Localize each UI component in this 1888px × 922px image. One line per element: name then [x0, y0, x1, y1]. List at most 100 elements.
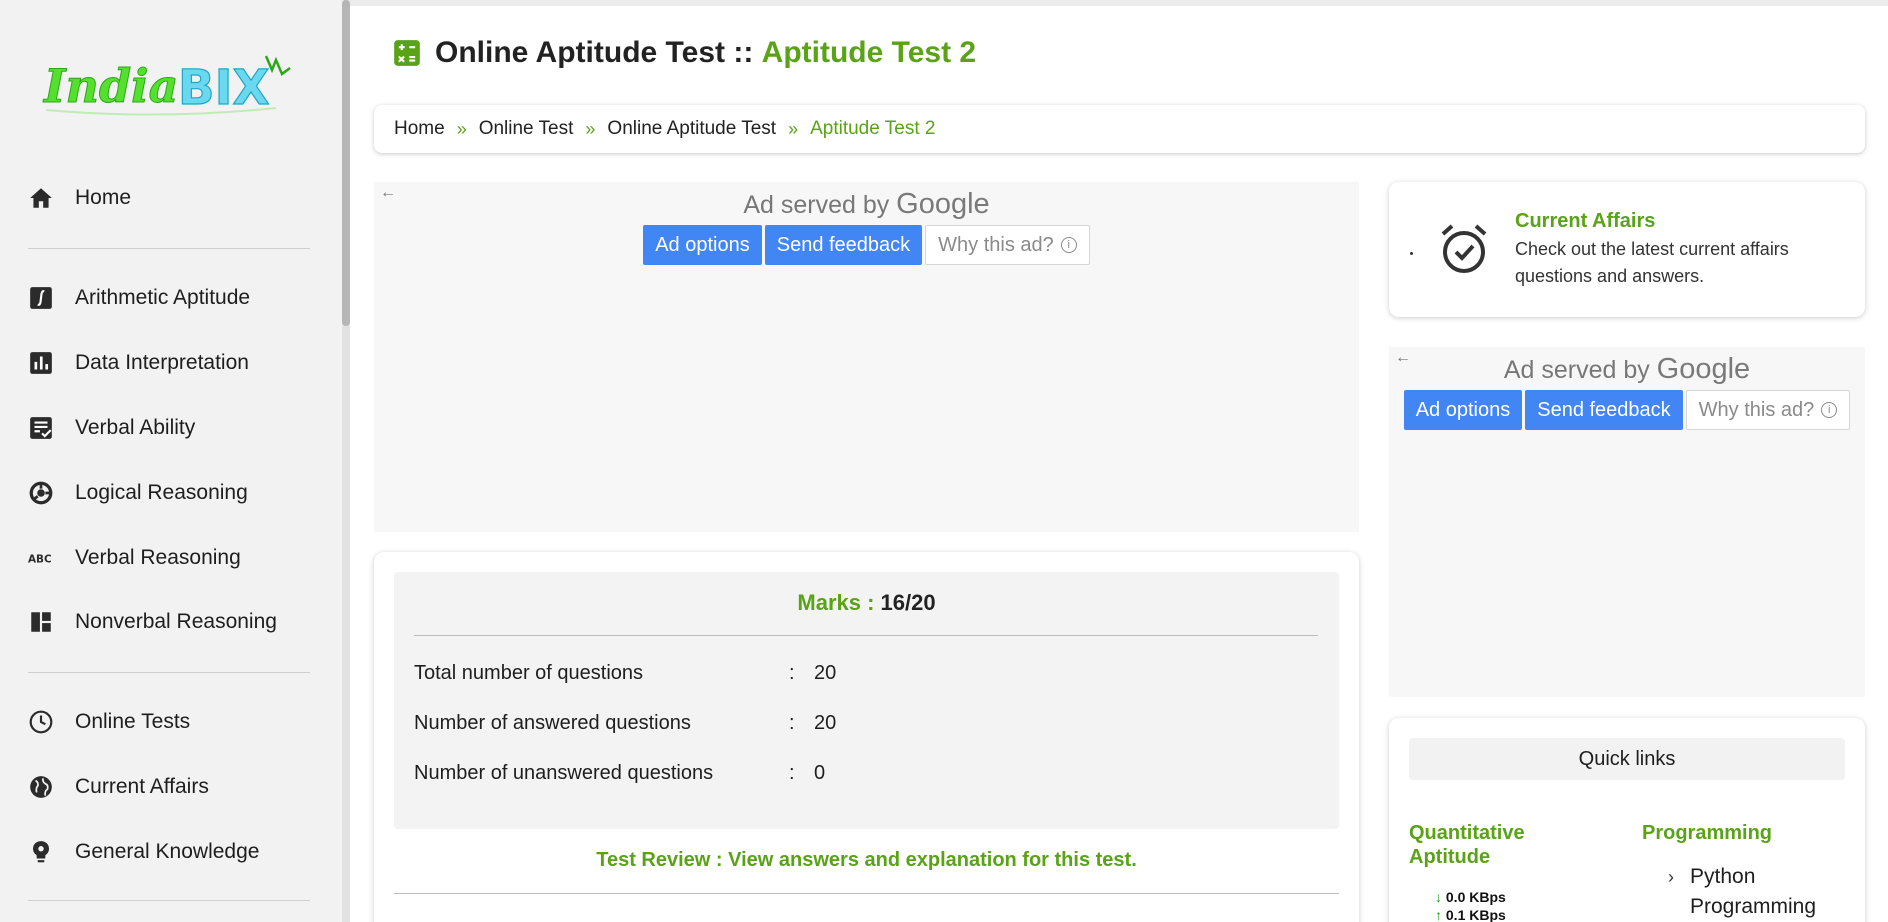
sidebar-item-nonverbal-reasoning[interactable]: Nonverbal Reasoning: [28, 600, 277, 644]
sidebar-item-online-tests[interactable]: Online Tests: [28, 700, 190, 744]
current-affairs-card[interactable]: Current Affairs Check out the latest cur…: [1389, 182, 1865, 317]
ad-served-by-text: Ad served by: [1503, 356, 1657, 384]
page-title-prefix: Online Aptitude Test ::: [435, 36, 762, 69]
sidebar-item-data-interpretation[interactable]: Data Interpretation: [28, 341, 249, 385]
breadcrumb-online-aptitude-test[interactable]: Online Aptitude Test: [607, 118, 776, 140]
marks: Marks : 16/20: [394, 590, 1339, 616]
breadcrumb-separator: »: [788, 118, 799, 139]
calculator-icon: [394, 40, 420, 66]
logical-icon: [28, 480, 62, 506]
svg-text:India: India: [42, 59, 178, 113]
top-border: [350, 0, 1888, 6]
sidebar-item-label: Current Affairs: [75, 775, 209, 798]
stat-colon: :: [789, 762, 795, 784]
stat-value: 20: [814, 662, 837, 684]
sidebar-item-verbal-ability[interactable]: Verbal Ability: [28, 406, 195, 450]
upload-speed: 0.1 KBps: [1445, 907, 1506, 922]
test-review-link[interactable]: Test Review : View answers and explanati…: [374, 849, 1359, 872]
sidebar-item-label: General Knowledge: [75, 840, 260, 863]
stat-row-unanswered: Number of unanswered questions : 0: [414, 762, 825, 785]
breadcrumb-online-test[interactable]: Online Test: [479, 118, 574, 140]
stat-colon: :: [789, 712, 795, 734]
quick-link-python-programming[interactable]: › Python Programming: [1668, 862, 1840, 922]
ad-button-row: Ad options Send feedback Why this ad? i: [1389, 390, 1865, 430]
sidebar-item-label: Online Tests: [75, 710, 191, 733]
sidebar-item-label: Arithmetic Aptitude: [75, 286, 251, 309]
why-this-ad-label: Why this ad?: [938, 233, 1054, 256]
marks-label: Marks :: [797, 590, 881, 615]
marks-value: 16/20: [880, 590, 936, 615]
sidebar-item-label: Verbal Reasoning: [75, 546, 241, 569]
abc-icon: ABC: [28, 545, 62, 571]
network-speed-widget: ↓ 0.0 KBps ↑ 0.1 KBps: [1435, 888, 1506, 922]
stat-value: 20: [814, 712, 837, 734]
page-title-highlight: Aptitude Test 2: [761, 36, 977, 69]
stat-colon: :: [789, 662, 795, 684]
integral-icon: [28, 285, 62, 311]
send-feedback-button[interactable]: Send feedback: [764, 225, 923, 265]
bulb-icon: [28, 839, 62, 865]
info-icon: i: [1821, 402, 1838, 418]
current-affairs-title[interactable]: Current Affairs: [1515, 210, 1655, 233]
sidebar-divider: [28, 672, 310, 673]
stat-row-total: Total number of questions : 20: [414, 662, 836, 685]
sidebar-scrollbar-thumb[interactable]: [342, 0, 350, 326]
stat-label: Number of unanswered questions: [414, 762, 714, 784]
stat-row-answered: Number of answered questions : 20: [414, 712, 836, 735]
result-summary: Marks : 16/20 Total number of questions …: [394, 572, 1339, 829]
google-wordmark: Google: [1656, 353, 1751, 385]
bullet-dot: [1410, 252, 1413, 255]
sidebar-item-home[interactable]: Home: [28, 176, 131, 220]
quick-link-label: Python Programming: [1690, 865, 1817, 918]
breadcrumb-separator: »: [456, 118, 467, 139]
chevron-right-icon: ›: [1668, 867, 1674, 887]
sidebar-item-logical-reasoning[interactable]: Logical Reasoning: [28, 471, 248, 515]
stat-label: Number of answered questions: [414, 712, 691, 734]
ad-served-by: Ad served by Google: [374, 188, 1359, 221]
current-affairs-description: Check out the latest current affairs que…: [1515, 239, 1789, 286]
why-this-ad-button[interactable]: Why this ad? i: [1685, 390, 1851, 430]
sidebar-item-label: Data Interpretation: [75, 351, 249, 374]
sidebar: India BIX Home Arithmetic Aptitude Data …: [0, 0, 342, 922]
ad-options-button[interactable]: Ad options: [643, 225, 762, 265]
ad-options-button[interactable]: Ad options: [1403, 390, 1523, 430]
quick-links-card: Quick links Quantitative Aptitude Progra…: [1389, 718, 1865, 922]
sidebar-divider: [28, 900, 310, 901]
breadcrumb-home[interactable]: Home: [394, 118, 445, 140]
quick-links-quantitative-aptitude[interactable]: Quantitative Aptitude: [1409, 821, 1559, 869]
home-icon: [28, 185, 62, 211]
divider: [414, 635, 1318, 636]
spellcheck-icon: [28, 415, 62, 441]
stat-value: 0: [814, 762, 826, 784]
quick-links-heading: Quick links: [1409, 738, 1845, 780]
svg-text:BIX: BIX: [178, 60, 269, 116]
indiabix-logo[interactable]: India BIX: [40, 46, 292, 124]
sidebar-item-label: Nonverbal Reasoning: [75, 610, 277, 633]
stat-label: Total number of questions: [414, 662, 644, 684]
send-feedback-button[interactable]: Send feedback: [1525, 390, 1683, 430]
sidebar-item-label: Verbal Ability: [75, 416, 196, 439]
sidebar-item-label: Home: [75, 186, 132, 209]
sidebar-item-verbal-reasoning[interactable]: ABC Verbal Reasoning: [28, 536, 241, 580]
result-card: Marks : 16/20 Total number of questions …: [374, 552, 1359, 922]
sidebar-item-arithmetic-aptitude[interactable]: Arithmetic Aptitude: [28, 276, 250, 320]
sidebar-item-current-affairs[interactable]: Current Affairs: [28, 765, 209, 809]
why-this-ad-button[interactable]: Why this ad? i: [925, 225, 1090, 265]
divider: [394, 893, 1339, 894]
info-icon: i: [1060, 237, 1077, 253]
page-title: Online Aptitude Test :: Aptitude Test 2: [393, 36, 976, 70]
ad-served-by: Ad served by Google: [1389, 353, 1865, 386]
sidebar-item-general-knowledge[interactable]: General Knowledge: [28, 830, 259, 874]
globe-icon: [28, 774, 62, 800]
ad-container-side: ← Ad served by Google Ad options Send fe…: [1389, 347, 1865, 697]
sidebar-divider: [28, 248, 310, 249]
breadcrumb-separator: »: [585, 118, 596, 139]
sidebar-item-label: Logical Reasoning: [75, 481, 248, 504]
dashboard-icon: [28, 609, 62, 635]
upload-arrow-icon: ↑: [1435, 907, 1442, 922]
bar-chart-icon: [28, 350, 62, 376]
download-speed: 0.0 KBps: [1445, 889, 1506, 905]
quick-links-programming[interactable]: Programming: [1642, 821, 1772, 845]
ad-button-row: Ad options Send feedback Why this ad? i: [374, 225, 1359, 265]
google-wordmark: Google: [896, 188, 990, 220]
